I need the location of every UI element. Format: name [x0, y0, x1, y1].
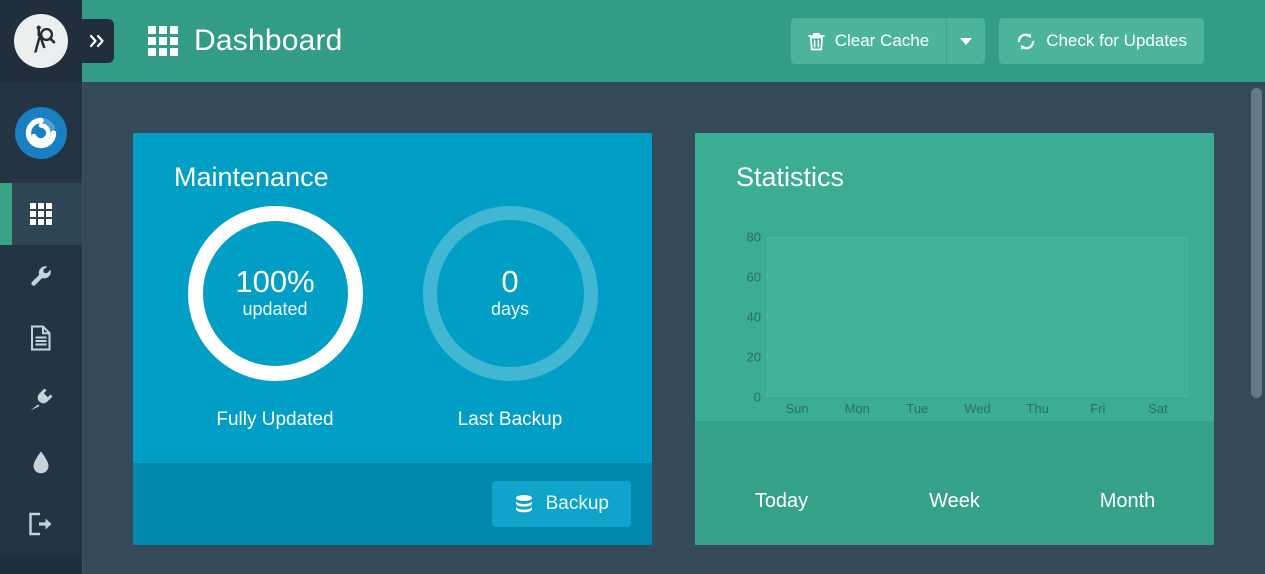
sidebar-item-plugins[interactable]: [0, 369, 82, 431]
dial-label: Fully Updated: [216, 409, 334, 430]
droplet-icon: [33, 451, 49, 474]
sidebar: [0, 0, 82, 574]
grid-icon: [30, 203, 52, 225]
maintenance-card: Maintenance 100% updated Fully Updated 0…: [133, 133, 652, 545]
power-avatar-icon: [15, 106, 67, 159]
sidebar-item-dashboard[interactable]: [0, 183, 82, 245]
ring-value: 0: [501, 263, 519, 299]
avatar[interactable]: [0, 82, 82, 183]
ring-value: 100%: [235, 263, 315, 299]
y-tick: 80: [746, 229, 761, 245]
clear-cache-label: Clear Cache: [834, 31, 930, 50]
stat-tab-today[interactable]: Today: [695, 454, 868, 513]
page-scrollbar-track[interactable]: [1248, 82, 1265, 574]
compass-magnifier-logo: [14, 14, 68, 68]
sidebar-item-logs[interactable]: [0, 307, 82, 369]
chart-plot-area: [767, 237, 1188, 397]
chart-y-axis: 80 60 40 20 0: [733, 230, 761, 405]
chevron-double-right-icon: [89, 34, 104, 48]
sidebar-item-themes[interactable]: [0, 431, 82, 493]
grid-icon: [148, 26, 178, 56]
y-tick: 40: [746, 309, 761, 325]
brand-logo[interactable]: [0, 0, 82, 82]
ring-unit: updated: [242, 299, 308, 320]
statistics-chart: 80 60 40 20 0 Sun Mon Tue Wed Thu Fri Sa…: [733, 230, 1188, 442]
clear-cache-button[interactable]: Clear Cache: [790, 18, 947, 64]
file-document-icon: [31, 325, 51, 351]
sidebar-collapse-button[interactable]: [82, 19, 114, 63]
trash-icon: [807, 32, 825, 50]
stat-tab-week[interactable]: Week: [868, 454, 1041, 513]
y-tick: 20: [746, 349, 761, 365]
page-title-group: Dashboard: [148, 0, 343, 82]
statistics-title: Statistics: [736, 162, 845, 192]
maintenance-dials: 100% updated Fully Updated 0 days Last B…: [133, 206, 652, 431]
database-icon: [515, 495, 532, 513]
dial-label: Last Backup: [457, 409, 563, 430]
top-header: Dashboard Clear Cache Check for Updates: [82, 0, 1265, 82]
main-content: Maintenance 100% updated Fully Updated 0…: [82, 82, 1265, 574]
y-tick: 0: [753, 389, 761, 405]
plug-icon: [30, 388, 53, 411]
statistics-card-footer: Today Week Month: [695, 421, 1214, 545]
y-tick: 60: [746, 269, 761, 285]
page-title: Dashboard: [194, 24, 343, 57]
dashboard-page: Dashboard Clear Cache Check for Updates …: [0, 0, 1265, 574]
sidebar-item-logout[interactable]: [0, 493, 82, 555]
clear-cache-dropdown-button[interactable]: [946, 18, 986, 64]
caret-down-icon: [960, 37, 973, 45]
clear-cache-button-group: Clear Cache: [790, 18, 986, 64]
wrench-icon: [31, 266, 51, 286]
maintenance-card-footer: Backup: [133, 463, 652, 545]
header-actions: Clear Cache Check for Updates: [790, 0, 1204, 82]
refresh-sync-icon: [1018, 32, 1035, 50]
check-for-updates-button[interactable]: Check for Updates: [999, 18, 1204, 64]
sidebar-item-tools[interactable]: [0, 245, 82, 307]
ring-unit: days: [490, 299, 530, 320]
backup-button-label: Backup: [545, 493, 609, 514]
dial-fully-updated: 100% updated Fully Updated: [178, 206, 373, 431]
backup-button[interactable]: Backup: [491, 481, 631, 527]
dial-last-backup: 0 days Last Backup: [413, 206, 608, 431]
stat-tab-month[interactable]: Month: [1041, 454, 1214, 513]
progress-ring-backup: 0 days: [422, 206, 598, 381]
maintenance-title: Maintenance: [174, 162, 329, 192]
page-scrollbar-thumb[interactable]: [1251, 88, 1262, 398]
check-for-updates-label: Check for Updates: [1046, 31, 1187, 50]
statistics-card: Statistics 80 60 40 20 0 Sun Mon Tue Wed…: [695, 133, 1214, 545]
progress-ring-updated: 100% updated: [187, 206, 363, 381]
sign-out-icon: [29, 512, 52, 536]
